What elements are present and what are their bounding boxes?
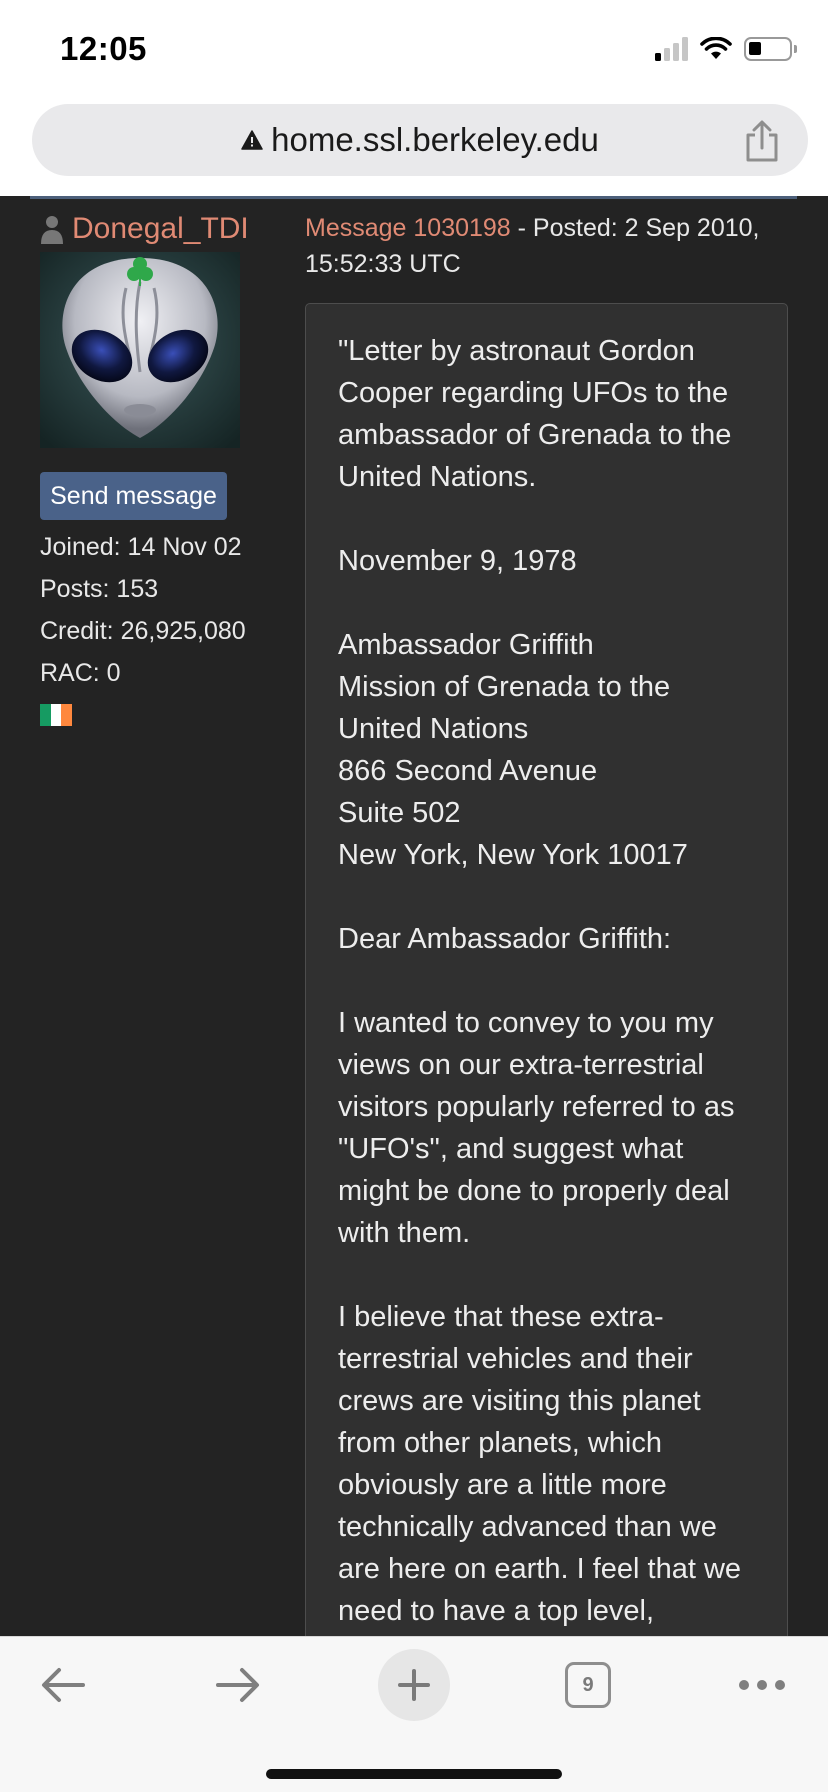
message-header: Message 1030198 - Posted: 2 Sep 2010, 15… <box>305 210 785 282</box>
tabs-button[interactable]: 9 <box>548 1645 628 1725</box>
forward-button[interactable] <box>198 1645 278 1725</box>
post-count: Posts: 153 <box>40 575 159 603</box>
back-button[interactable] <box>23 1645 103 1725</box>
message-line: New York, New York 10017 <box>338 839 688 871</box>
wifi-icon <box>700 37 732 59</box>
message-line: I wanted to convey to you my views on ou… <box>338 1007 735 1249</box>
address-bar[interactable]: home.ssl.berkeley.edu <box>32 104 808 176</box>
credit-value: Credit: 26,925,080 <box>40 617 246 645</box>
browser-url-area: home.ssl.berkeley.edu <box>0 96 828 196</box>
message-line: "Letter by astronaut Gordon Cooper regar… <box>338 335 732 493</box>
message-box: "Letter by astronaut Gordon Cooper regar… <box>305 303 788 1636</box>
message-link[interactable]: Message 1030198 <box>305 214 511 242</box>
message-line: Mission of Grenada to the United Nations <box>338 671 671 745</box>
username-link[interactable]: Donegal_TDI <box>72 212 249 246</box>
status-icons <box>655 34 797 64</box>
joined-date: Joined: 14 Nov 02 <box>40 533 242 561</box>
more-icon <box>739 1680 785 1690</box>
message-line: 866 Second Avenue <box>338 755 598 787</box>
more-button[interactable] <box>722 1645 802 1725</box>
status-time: 12:05 <box>60 30 147 67</box>
browser-toolbar: 9 <box>0 1636 828 1792</box>
message-body: "Letter by astronaut Gordon Cooper regar… <box>338 330 758 1632</box>
tabs-icon: 9 <box>565 1662 611 1708</box>
warning-icon <box>241 130 263 150</box>
forward-arrow-icon <box>216 1668 259 1702</box>
rac-value: RAC: 0 <box>40 659 121 687</box>
battery-icon <box>744 37 797 61</box>
cellular-signal-icon <box>655 37 688 61</box>
message-line: I believe that these extra-terrestrial v… <box>338 1301 742 1627</box>
new-tab-plus-icon <box>398 1669 430 1701</box>
new-tab-button[interactable] <box>374 1645 454 1725</box>
message-line: Dear Ambassador Griffith: <box>338 923 672 955</box>
share-icon[interactable] <box>742 120 782 162</box>
avatar <box>40 252 240 448</box>
back-arrow-icon <box>42 1668 85 1702</box>
url-text: home.ssl.berkeley.edu <box>271 121 599 158</box>
send-message-button[interactable]: Send message <box>40 472 227 520</box>
divider <box>30 196 797 199</box>
ireland-flag-icon <box>40 704 73 726</box>
home-indicator <box>266 1769 562 1779</box>
status-bar: 12:05 <box>0 0 828 96</box>
message-line: November 9, 1978 <box>338 545 577 577</box>
message-line: Suite 502 <box>338 797 461 829</box>
user-stats: Joined: 14 Nov 02 Posts: 153 Credit: 26,… <box>40 526 246 694</box>
forum-page: Donegal_TDI Send message Joined: 14 Nov … <box>0 196 828 1636</box>
user-icon <box>41 216 63 244</box>
message-line: Ambassador Griffith <box>338 629 594 661</box>
user-header: Donegal_TDI <box>40 212 249 246</box>
